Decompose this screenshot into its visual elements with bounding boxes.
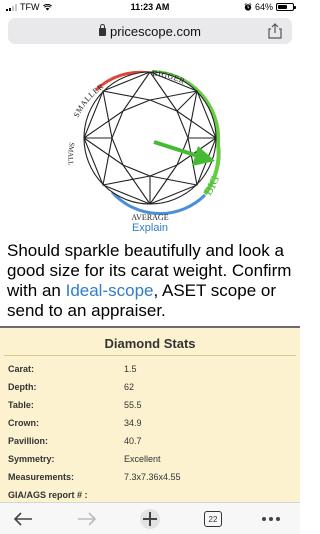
lock-icon [98, 24, 106, 36]
stats-label: Depth: [8, 382, 37, 392]
stats-row-symmetry: Symmetry: Excellent [0, 451, 300, 469]
diamond-size-gauge: SMALLER BIGGER SMALL BIG AVERAGE [66, 69, 222, 222]
more-dots-icon [262, 517, 280, 521]
menu-button[interactable] [258, 507, 284, 531]
stats-label: Table: [8, 400, 34, 410]
stats-value: 34.9 [124, 418, 142, 428]
diamond-stats-panel: Diamond Stats Carat: 1.5 Depth: 62 Table… [0, 326, 300, 502]
stats-value: 40.7 [124, 436, 142, 446]
status-bar: TFW 11:23 AM 64% [0, 0, 300, 14]
stats-label: Symmetry: [8, 454, 55, 464]
tab-count-badge: 22 [204, 511, 222, 527]
stats-row-measurements: Measurements: 7.3x7.36x4.55 [0, 469, 300, 487]
browser-toolbar: 22 [0, 502, 300, 534]
average-label: AVERAGE [131, 213, 168, 222]
small-label: SMALL [66, 142, 76, 166]
stats-value: Excellent [124, 454, 161, 464]
ideal-scope-link[interactable]: Ideal-scope [66, 281, 154, 300]
stats-label: Measurements: [8, 472, 75, 482]
stats-row-table: Table: 55.5 [0, 397, 300, 415]
battery-percent: 64% [254, 2, 273, 12]
stats-label: Pavillion: [8, 436, 49, 446]
status-right: 64% [244, 2, 296, 12]
stats-row-crown: Crown: 34.9 [0, 415, 300, 433]
stats-value: 55.5 [124, 400, 142, 410]
stats-title: Diamond Stats [104, 336, 196, 351]
plus-icon [140, 509, 160, 529]
stats-value: 62 [124, 382, 135, 392]
forward-arrow-icon [78, 512, 97, 526]
stats-row-carat: Carat: 1.5 [0, 361, 300, 379]
stats-value: 7.3x7.36x4.55 [124, 472, 181, 482]
url-display: pricescope.com [8, 24, 292, 39]
stats-row-pavillion: Pavillion: 40.7 [0, 433, 300, 451]
diamond-outline [83, 71, 217, 205]
size-description: Should sparkle beautifully and look a go… [7, 241, 297, 321]
share-icon[interactable] [268, 23, 282, 39]
battery-icon [276, 3, 296, 11]
forward-button[interactable] [74, 507, 100, 531]
url-domain: pricescope.com [109, 24, 202, 39]
stats-value: 1.5 [124, 364, 137, 374]
stats-divider [4, 355, 296, 356]
new-tab-button[interactable] [137, 507, 163, 531]
explain-link[interactable]: Explain [0, 222, 300, 234]
back-button[interactable] [10, 507, 36, 531]
alarm-icon [244, 3, 252, 11]
stats-label: GIA/AGS report # : [8, 490, 88, 500]
tabs-button[interactable]: 22 [200, 507, 226, 531]
stats-label: Carat: [8, 364, 35, 374]
address-bar[interactable]: pricescope.com [8, 18, 292, 44]
stats-row-depth: Depth: 62 [0, 379, 300, 397]
stats-label: Crown: [8, 418, 39, 428]
back-arrow-icon [13, 512, 32, 526]
